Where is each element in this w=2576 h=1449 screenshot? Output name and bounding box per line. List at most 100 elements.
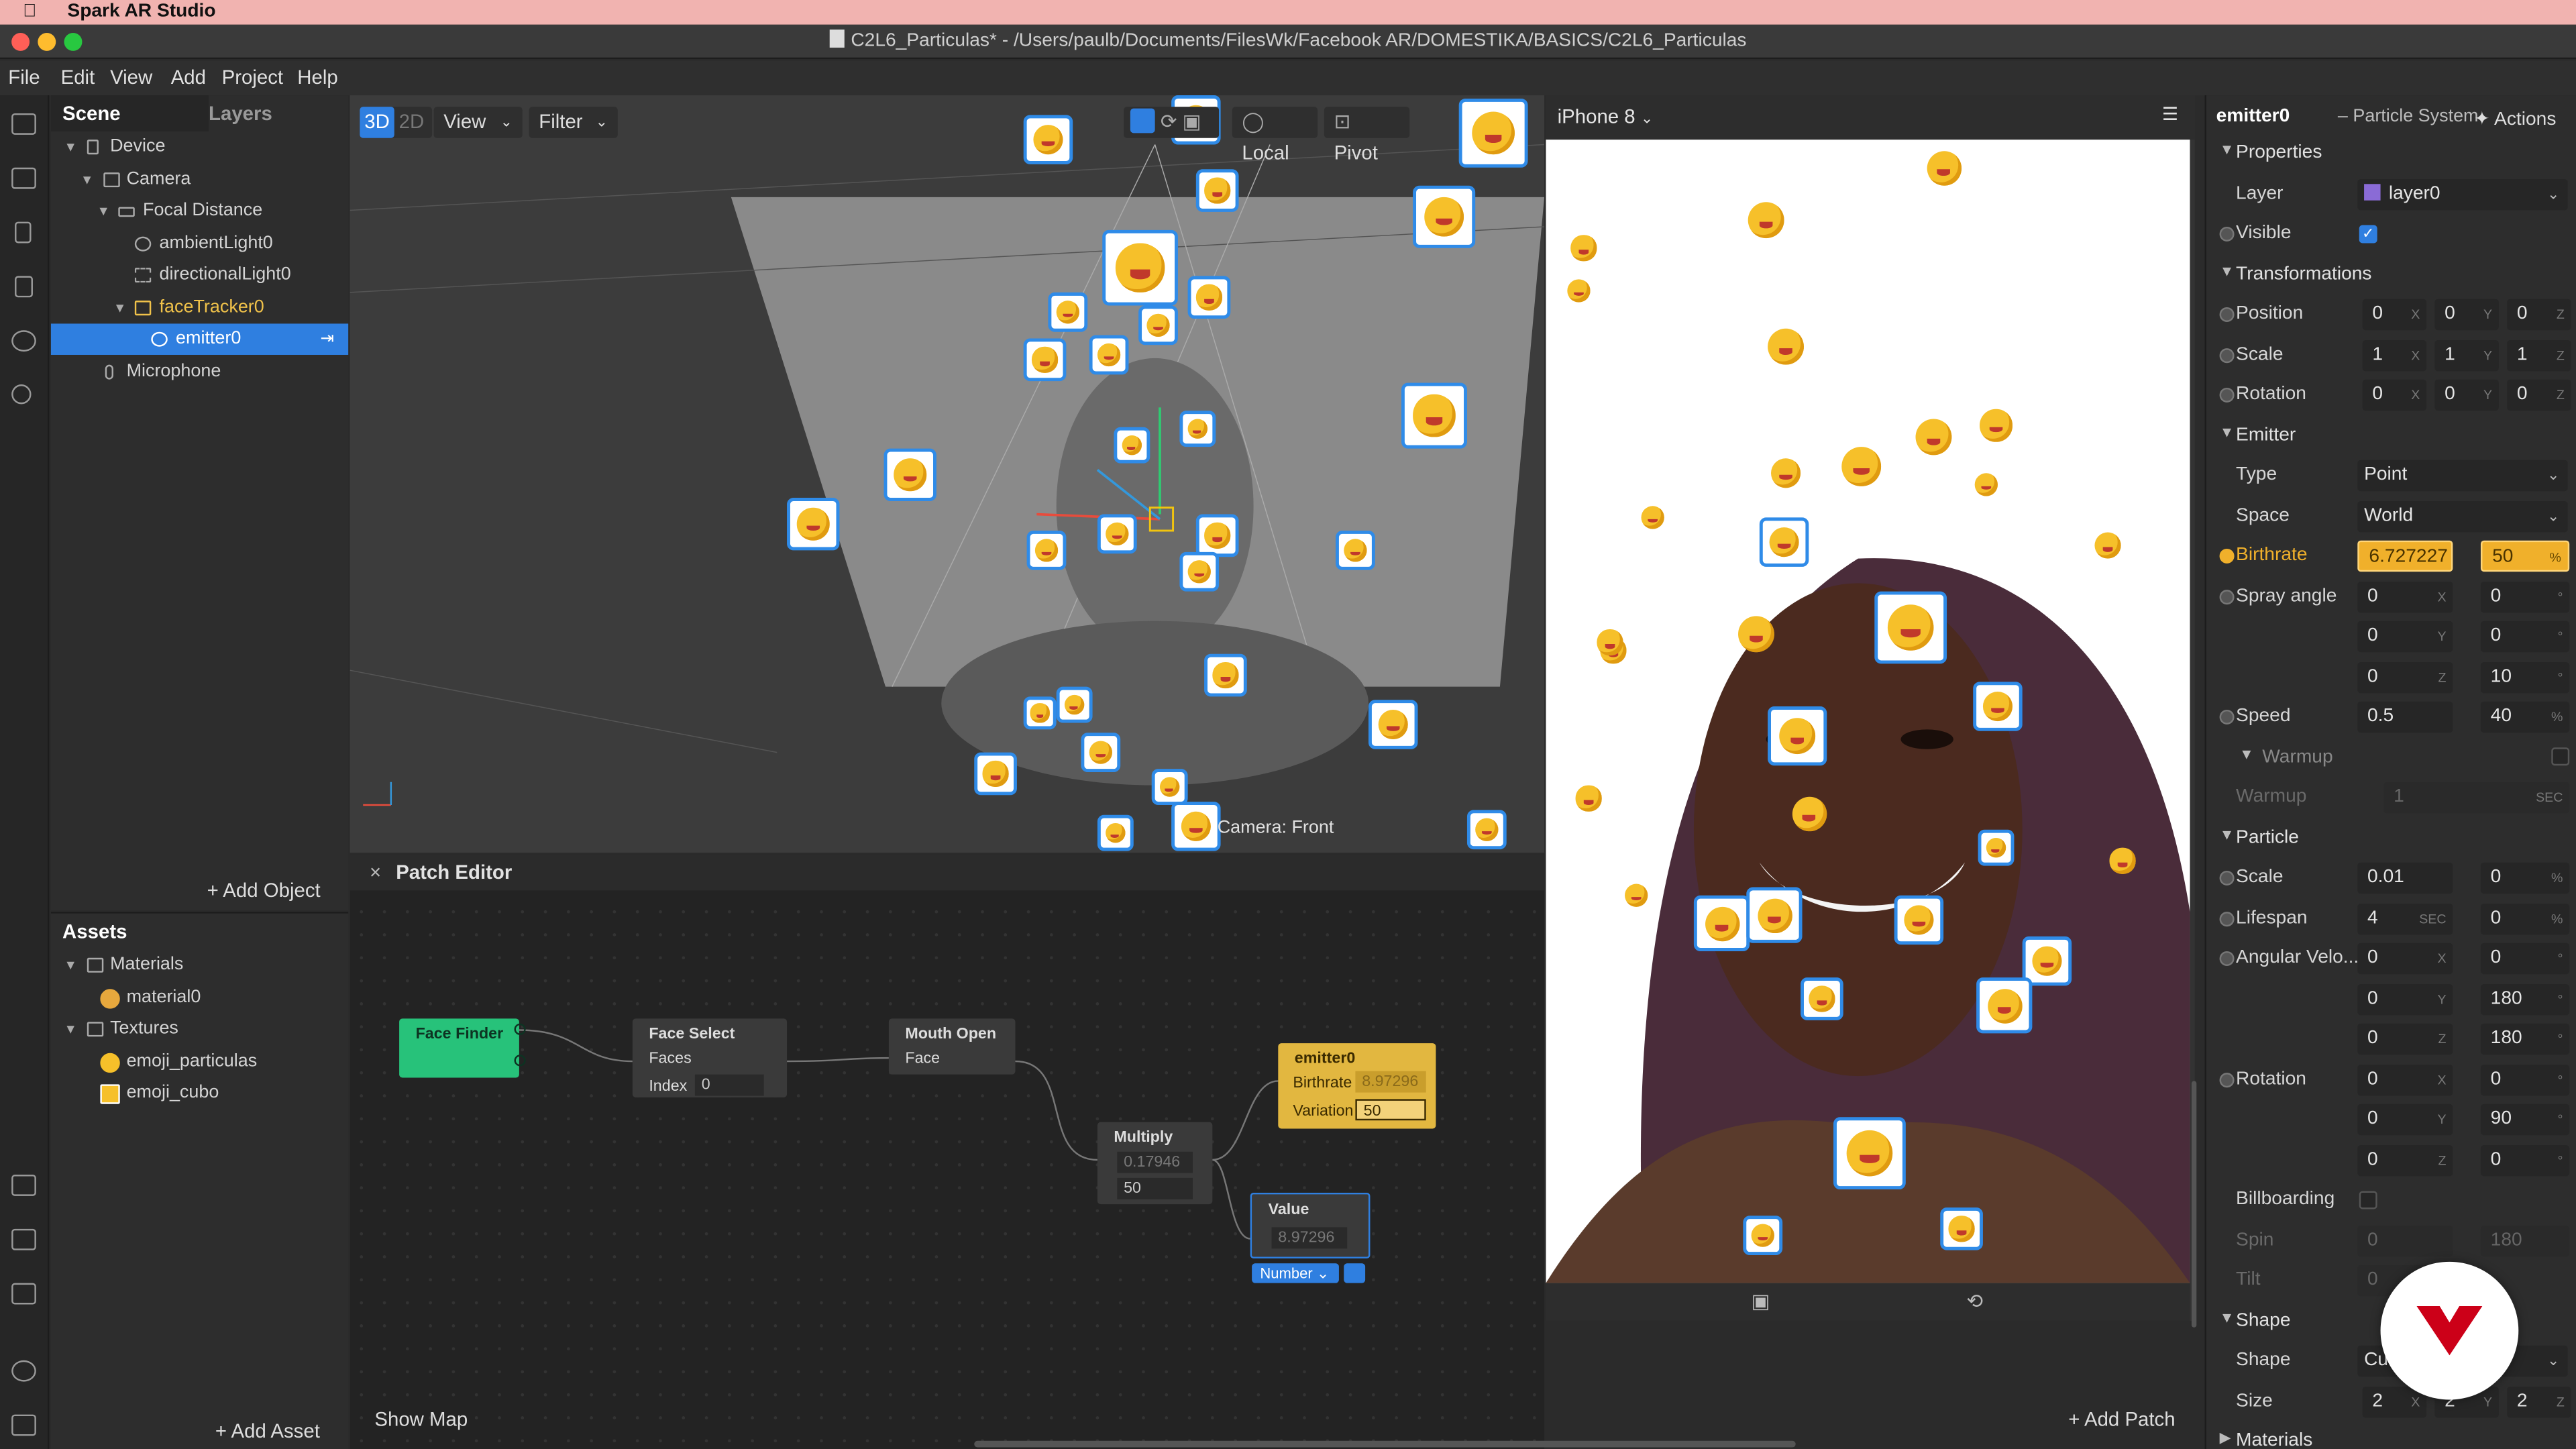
- chevron-right-icon[interactable]: ▶: [2220, 1430, 2231, 1448]
- emitter-type-dropdown[interactable]: Point ⌄: [2357, 460, 2568, 492]
- emitter-birthrate-field[interactable]: 8.97296: [1355, 1071, 1426, 1093]
- keyframe-icon[interactable]: [2219, 307, 2235, 323]
- search-icon[interactable]: [11, 384, 32, 405]
- section-shape-title[interactable]: Shape: [2236, 1311, 2290, 1330]
- position-y-field[interactable]: 0Y: [2434, 299, 2499, 331]
- tree-item-ambient-light[interactable]: ambientLight0: [51, 228, 348, 260]
- actions-button[interactable]: ✦ Actions: [2474, 107, 2556, 129]
- settings-icon[interactable]: [1344, 1263, 1366, 1283]
- section-particle-title[interactable]: Particle: [2236, 828, 2299, 847]
- pivot-toggle[interactable]: ⊡ Pivot: [1324, 107, 1410, 164]
- index-field[interactable]: 0: [694, 1074, 764, 1096]
- chevron-down-icon[interactable]: ▼: [2220, 263, 2235, 279]
- keyframe-icon[interactable]: [2219, 709, 2235, 725]
- particle-rotation-z-field-1[interactable]: 0Z: [2357, 1144, 2453, 1177]
- chevron-down-icon[interactable]: ▼: [64, 1014, 77, 1045]
- spray-angle-x-field-1[interactable]: 0X: [2357, 581, 2453, 613]
- scale-z-field[interactable]: 1Z: [2507, 339, 2571, 372]
- share-icon[interactable]: [11, 1228, 36, 1250]
- rotate-icon[interactable]: ⟳: [1161, 110, 1177, 133]
- speed-field-1[interactable]: 0.5: [2357, 701, 2453, 733]
- spray-angle-y-field-1[interactable]: 0Y: [2357, 621, 2453, 653]
- view-dropdown[interactable]: View ⌄: [433, 107, 523, 138]
- add-object-button[interactable]: + Add Object: [207, 879, 321, 902]
- menu-add[interactable]: Add: [171, 66, 206, 89]
- apple-icon[interactable]: : [23, 1, 36, 21]
- asset-folder-materials[interactable]: ▼ Materials: [51, 950, 348, 981]
- device-selector[interactable]: iPhone 8 ⌄: [1558, 105, 1654, 128]
- chevron-down-icon[interactable]: ▼: [2220, 826, 2235, 843]
- chevron-down-icon[interactable]: ▼: [64, 131, 77, 163]
- billboarding-checkbox[interactable]: [2359, 1191, 2377, 1210]
- scale-icon[interactable]: ▣: [1183, 110, 1201, 133]
- video-icon[interactable]: [11, 167, 36, 189]
- chevron-down-icon[interactable]: ▼: [64, 950, 77, 981]
- value-type-dropdown[interactable]: Number ⌄: [1252, 1263, 1339, 1283]
- tree-item-device[interactable]: ▼ Device: [51, 131, 348, 163]
- mode-3d-button[interactable]: 3D: [360, 107, 394, 138]
- horizontal-scrollbar[interactable]: [974, 1440, 1796, 1448]
- angular-velocity-z-field-2[interactable]: 180 °: [2480, 1023, 2570, 1055]
- keyframe-icon[interactable]: [2219, 590, 2235, 605]
- app-name[interactable]: Spark AR Studio: [67, 0, 215, 25]
- tree-item-camera[interactable]: ▼ Camera: [51, 164, 348, 196]
- spray-angle-y-field-2[interactable]: 0 °: [2480, 621, 2570, 653]
- menu-icon[interactable]: ☰: [2162, 103, 2178, 125]
- multiply-input-2[interactable]: 50: [1117, 1177, 1193, 1199]
- link-arrow-icon[interactable]: ⇥: [321, 323, 335, 355]
- rotation-z-field[interactable]: 0Z: [2507, 379, 2571, 411]
- particle-rotation-y-field-1[interactable]: 0Y: [2357, 1104, 2453, 1136]
- node-emitter[interactable]: emitter0 Birthrate 8.97296 Variation 50: [1278, 1043, 1436, 1129]
- rotate-device-icon[interactable]: ⟲: [1966, 1289, 1983, 1312]
- layer-dropdown[interactable]: layer0 ⌄: [2357, 178, 2568, 211]
- keyframe-icon[interactable]: [2219, 548, 2235, 564]
- node-multiply[interactable]: Multiply 0.17946 50: [1097, 1122, 1213, 1205]
- particle-rotation-z-field-2[interactable]: 0 °: [2480, 1144, 2570, 1177]
- section-emitter-title[interactable]: Emitter: [2236, 425, 2296, 445]
- section-materials-title[interactable]: Materials: [2236, 1431, 2312, 1449]
- angular-velocity-x-field-2[interactable]: 0 °: [2480, 943, 2570, 975]
- chevron-down-icon[interactable]: ▼: [2220, 1309, 2235, 1326]
- lifespan-field-1[interactable]: 4 SEC: [2357, 903, 2453, 935]
- keyframe-icon[interactable]: [2219, 870, 2235, 886]
- emitter-variation-field[interactable]: 50: [1355, 1099, 1426, 1121]
- preview-screen[interactable]: [1546, 140, 2190, 1283]
- keyframe-icon[interactable]: [2219, 912, 2235, 927]
- section-transformations-title[interactable]: Transformations: [2236, 264, 2371, 284]
- chevron-down-icon[interactable]: ▼: [2220, 142, 2235, 158]
- chevron-down-icon[interactable]: ▼: [2239, 746, 2254, 762]
- warmup-field[interactable]: 1 SEC: [2383, 782, 2570, 814]
- output-port[interactable]: [514, 1055, 526, 1067]
- move-icon[interactable]: [1130, 108, 1155, 133]
- chevron-down-icon[interactable]: ▼: [80, 164, 93, 196]
- output-port[interactable]: [514, 1023, 526, 1035]
- scale-y-field[interactable]: 1Y: [2434, 339, 2499, 372]
- section-properties-title[interactable]: Properties: [2236, 143, 2322, 162]
- lifespan-field-2[interactable]: 0%: [2480, 903, 2570, 935]
- speed-field-2[interactable]: 40%: [2480, 701, 2570, 733]
- node-face-select[interactable]: Face Select Faces Index 0: [632, 1018, 788, 1097]
- emitter-space-dropdown[interactable]: World ⌄: [2357, 500, 2568, 533]
- angular-velocity-x-field-1[interactable]: 0X: [2357, 943, 2453, 975]
- device-preview-icon[interactable]: [15, 276, 33, 298]
- visible-checkbox[interactable]: ✓: [2359, 225, 2377, 244]
- menu-view[interactable]: View: [110, 66, 152, 89]
- particle-rotation-x-field-2[interactable]: 0 °: [2480, 1064, 2570, 1096]
- multiply-input-1[interactable]: 0.17946: [1117, 1151, 1193, 1173]
- tree-item-focal-distance[interactable]: ▼ Focal Distance: [51, 195, 348, 227]
- tree-item-face-tracker[interactable]: ▼ faceTracker0: [51, 292, 348, 324]
- add-patch-button[interactable]: + Add Patch: [2068, 1408, 2175, 1431]
- screenshot-icon[interactable]: ▣: [1752, 1289, 1770, 1312]
- rotation-y-field[interactable]: 0Y: [2434, 379, 2499, 411]
- chevron-down-icon[interactable]: ▼: [2220, 424, 2235, 440]
- rotation-x-field[interactable]: 0X: [2362, 379, 2427, 411]
- bug-icon[interactable]: [11, 1360, 36, 1382]
- asset-material0[interactable]: material0: [51, 982, 348, 1014]
- particle-scale-field-1[interactable]: 0.01: [2357, 862, 2453, 894]
- spray-angle-z-field-2[interactable]: 10 °: [2480, 661, 2570, 694]
- upload-icon[interactable]: [11, 1283, 36, 1305]
- chevron-down-icon[interactable]: ▼: [113, 292, 126, 324]
- tab-scene[interactable]: Scene: [62, 95, 121, 131]
- node-face-finder[interactable]: Face Finder: [399, 1018, 526, 1078]
- keyframe-icon[interactable]: [2219, 1073, 2235, 1088]
